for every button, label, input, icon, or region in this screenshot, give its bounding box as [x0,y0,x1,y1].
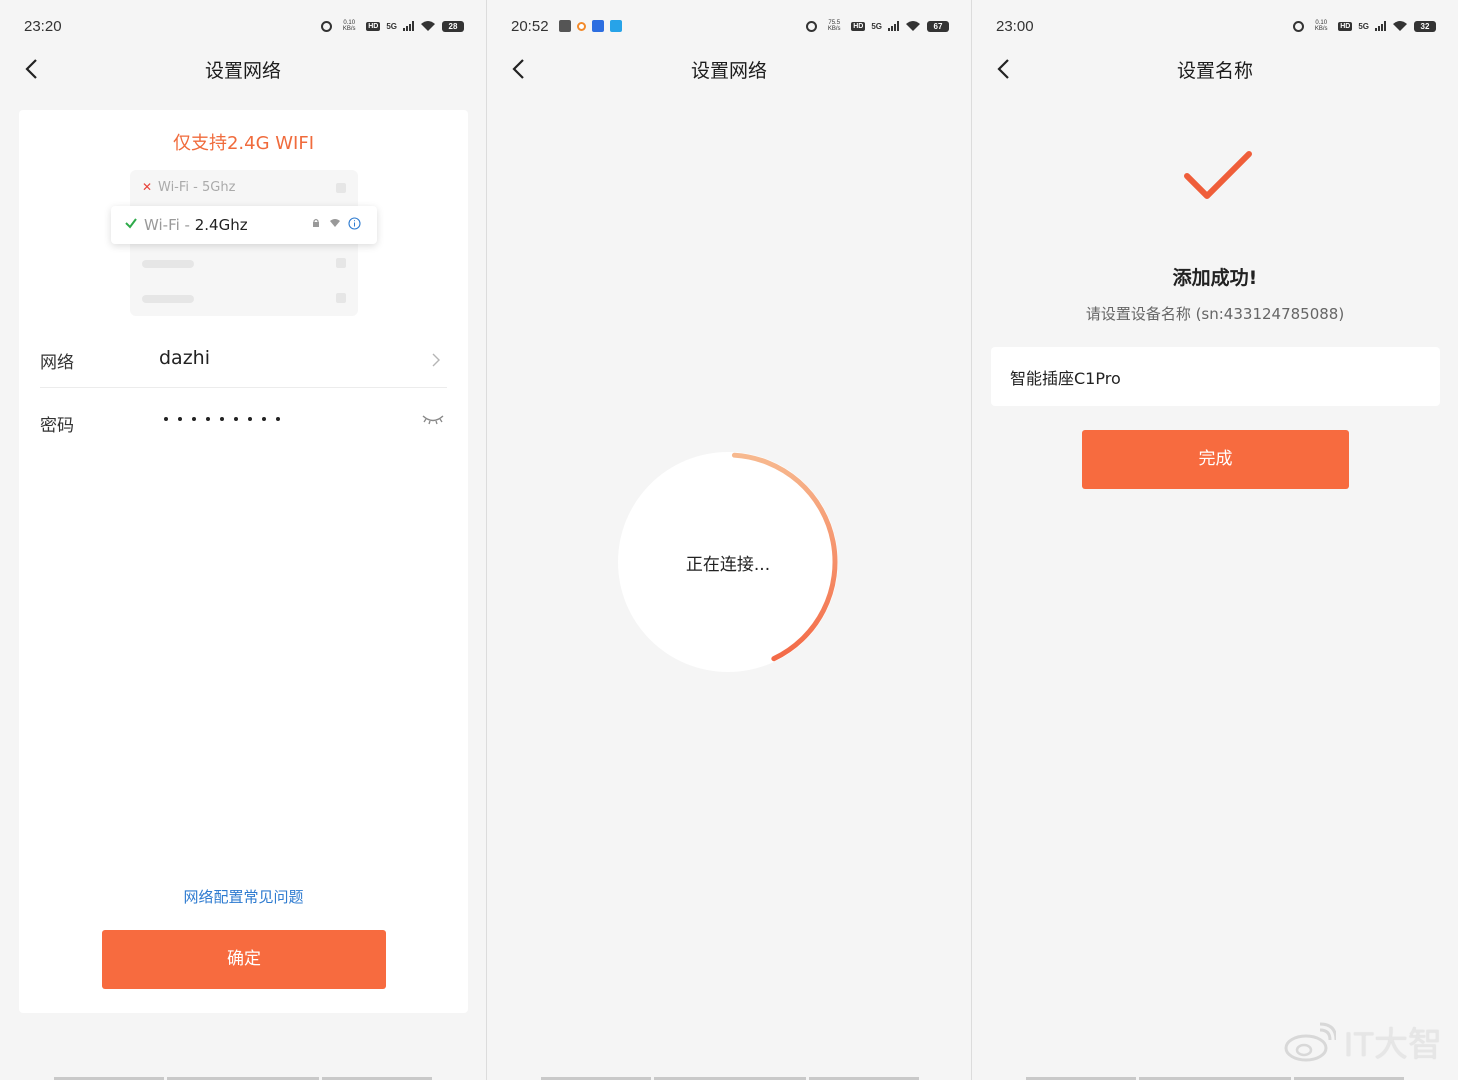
network-speed: 0.10 KB/s [342,20,356,32]
status-time: 23:00 [996,17,1034,35]
wifi-24g-row: Wi-Fi - 2.4Ghz [111,206,377,244]
page-title: 设置名称 [1176,60,1253,82]
chevron-right-icon [432,353,440,367]
hd-icon: HD [1338,21,1353,31]
cross-icon: ✕ [142,180,153,194]
wifi-5g-row: ✕ Wi-Fi - 5Ghz [142,180,346,198]
password-dot [206,417,210,421]
network-speed: 0.10 KB/s [1314,20,1328,32]
password-dot [262,417,266,421]
nav-bar: 设置名称 [972,50,1458,88]
wifi-status-icon [421,21,435,31]
signal-icon [403,21,414,31]
wifi-status-icon [906,21,920,31]
lock-icon [313,218,319,227]
alarm-icon [1293,20,1305,32]
status-time: 23:20 [24,17,62,35]
status-bar: 20:52 75.5 KB/s HD 5G 67 [511,14,949,38]
network-type: 5G [1358,21,1369,31]
watermark-text: IT大智 [1343,1026,1442,1064]
wifi-24g-label: 2.4Ghz [194,216,248,234]
check-icon [125,218,137,229]
hd-icon: HD [851,21,866,31]
nav-bar: 设置网络 [487,50,971,88]
password-label: 密码 [40,416,74,436]
device-name-input[interactable] [991,347,1440,406]
faq-link[interactable]: 网络配置常见问题 [19,886,468,907]
password-dot [276,417,280,421]
password-dot [234,417,238,421]
password-dot [192,417,196,421]
eye-closed-icon[interactable] [421,411,445,427]
wifi-band-notice: 仅支持2.4G WIFI [172,133,315,154]
network-row[interactable]: 网络 dazhi [40,332,447,388]
device-serial-hint: 请设置设备名称 (sn:433124785088) [1085,305,1345,323]
password-input[interactable] [164,417,280,421]
battery-icon: 28 [442,20,464,32]
info-icon [348,217,361,230]
password-dot [248,417,252,421]
signal-icon [1375,21,1386,31]
screen-connecting: 20:52 75.5 KB/s HD 5G 67 设置网络 正在连接... [487,0,971,1080]
wifi-config-card: 仅支持2.4G WIFI ✕ Wi-Fi - 5Ghz Wi-Fi - 2.4G… [19,110,468,1013]
app-notification-icon [609,20,622,32]
connecting-progress: 正在连接... [618,452,842,672]
battery-icon: 67 [927,20,949,32]
network-speed: 75.5 KB/s [827,20,841,32]
screen-wifi-setup: 23:20 0.10 KB/s HD 5G 28 设置网络 仅支持2.4G WI… [0,0,486,1080]
screen-set-name: 23:00 0.10 KB/s HD 5G 32 设置名称 添加成功! 请设置设… [972,0,1458,1080]
success-title: 添加成功! [1172,267,1258,289]
status-bar: 23:20 0.10 KB/s HD 5G 28 [24,14,464,38]
page-title: 设置网络 [690,60,767,82]
hd-icon: HD [366,21,381,31]
wifi-5g-label: 5Ghz [201,180,236,195]
network-value: dazhi [159,347,210,369]
page-title: 设置网络 [204,60,281,82]
confirm-button[interactable]: 确定 [102,930,386,989]
wifi-5g-prefix: Wi-Fi - [158,180,202,195]
app-notification-icon [576,21,586,31]
connecting-text: 正在连接... [685,555,771,575]
nav-bar: 设置网络 [0,50,486,88]
network-type: 5G [386,21,397,31]
success-check-icon [1184,151,1252,199]
weibo-logo-icon [1284,1022,1336,1061]
status-bar: 23:00 0.10 KB/s HD 5G 32 [996,14,1436,38]
watermark: IT大智 [1284,1017,1442,1066]
done-button[interactable]: 完成 [1082,430,1349,489]
battery-icon: 32 [1414,20,1436,32]
password-dot [178,417,182,421]
alarm-icon [321,20,333,32]
signal-icon [888,21,899,31]
wifi-signal-icon [330,219,340,227]
app-notification-icon [558,20,571,32]
password-dot [164,417,168,421]
wifi-24g-prefix: Wi-Fi - [144,216,195,234]
alarm-icon [806,20,818,32]
app-notification-icon [591,20,604,32]
status-time: 20:52 [511,17,549,35]
password-dot [220,417,224,421]
wifi-status-icon [1393,21,1407,31]
wifi-band-illustration: ✕ Wi-Fi - 5Ghz Wi-Fi - 2.4Ghz [111,170,377,318]
network-label: 网络 [40,353,74,373]
password-row: 密码 [40,395,447,451]
network-type: 5G [871,21,882,31]
